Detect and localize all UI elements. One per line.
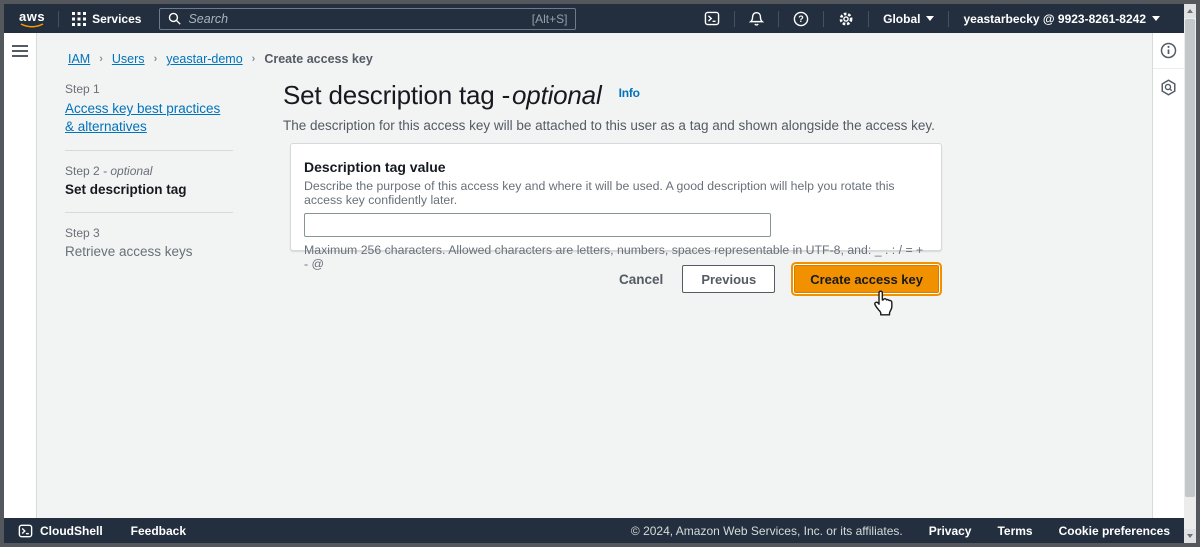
help-button[interactable]: ? [779, 11, 823, 27]
wizard-step-2: Step 2 - optional Set description tag [65, 164, 233, 197]
step-1-label: Step 1 [65, 82, 233, 96]
wizard-actions: Cancel Previous Create access key [290, 265, 942, 293]
grid-icon [72, 12, 86, 26]
breadcrumb-separator: › [154, 53, 158, 65]
cloudshell-nav-button[interactable] [690, 11, 734, 26]
search-placeholder: Search [188, 12, 228, 26]
info-panel-button[interactable] [1153, 33, 1184, 69]
feedback-button[interactable]: Feedback [131, 524, 186, 538]
step-divider [65, 150, 233, 151]
breadcrumb-separator: › [99, 53, 103, 65]
step-3-title: Retrieve access keys [65, 244, 233, 259]
resource-explorer-button[interactable] [1153, 69, 1184, 105]
description-tag-card: Description tag value Describe the purpo… [290, 143, 942, 251]
description-tag-input[interactable] [304, 213, 771, 237]
scrollbar-thumb[interactable] [1185, 19, 1195, 497]
vertical-scrollbar[interactable] [1184, 4, 1196, 543]
cookie-preferences-link[interactable]: Cookie preferences [1059, 524, 1170, 538]
console-footer-bar: CloudShell Feedback © 2024, Amazon Web S… [4, 518, 1196, 543]
step-1-link[interactable]: Access key best practices & alternatives [65, 100, 233, 135]
info-circle-icon [1160, 42, 1177, 59]
scrollbar-down-arrow[interactable] [1184, 529, 1196, 543]
svg-text:?: ? [798, 14, 804, 24]
question-circle-icon: ? [793, 11, 809, 27]
terminal-icon [704, 11, 720, 26]
page-title-optional: optional [512, 80, 601, 110]
terminal-icon [18, 524, 33, 538]
breadcrumb: IAM › Users › yeastar-demo › Create acce… [68, 52, 373, 66]
description-tag-help-text: Describe the purpose of this access key … [304, 179, 927, 207]
page-header: Set description tag -optional Info The d… [283, 80, 943, 133]
browser-viewport: aws Services Search [Alt+S] [4, 4, 1196, 543]
step-2-title: Set description tag [65, 182, 233, 197]
aws-logo[interactable]: aws [19, 10, 45, 28]
privacy-link[interactable]: Privacy [929, 524, 972, 538]
breadcrumb-users[interactable]: Users [112, 52, 145, 66]
breadcrumb-current-page: Create access key [264, 52, 372, 66]
account-label: yeastarbecky @ 9923-8261-8242 [963, 12, 1146, 26]
account-menu[interactable]: yeastarbecky @ 9923-8261-8242 [949, 12, 1174, 26]
terms-link[interactable]: Terms [997, 524, 1032, 538]
aws-logo-text: aws [19, 10, 45, 23]
wizard-steps-nav: Step 1 Access key best practices & alter… [65, 82, 233, 259]
breadcrumb-user-name[interactable]: yeastar-demo [166, 52, 242, 66]
breadcrumb-separator: › [252, 53, 256, 65]
aws-smile-icon [20, 23, 44, 28]
copyright-text: © 2024, Amazon Web Services, Inc. or its… [631, 524, 903, 538]
scrollbar-up-arrow[interactable] [1184, 4, 1196, 18]
description-tag-label: Description tag value [304, 159, 927, 175]
wizard-step-1: Step 1 Access key best practices & alter… [65, 82, 233, 135]
gear-icon [838, 11, 854, 27]
search-shortcut-hint: [Alt+S] [532, 12, 568, 26]
step-3-label: Step 3 [65, 226, 233, 240]
settings-button[interactable] [824, 11, 868, 27]
cloudshell-footer-button[interactable]: CloudShell [18, 524, 103, 538]
breadcrumb-iam[interactable]: IAM [68, 52, 90, 66]
services-menu-button[interactable]: Services [72, 12, 141, 26]
footer-right-group: © 2024, Amazon Web Services, Inc. or its… [631, 524, 1170, 538]
services-label: Services [92, 12, 141, 26]
info-link[interactable]: Info [619, 86, 640, 100]
chevron-down-icon [1152, 16, 1160, 21]
wizard-step-3: Step 3 Retrieve access keys [65, 226, 233, 259]
previous-button[interactable]: Previous [682, 265, 775, 293]
region-selector[interactable]: Global [869, 12, 948, 26]
region-label: Global [883, 12, 920, 26]
hexagon-search-icon [1160, 79, 1177, 96]
cloudshell-label: CloudShell [40, 524, 103, 538]
cancel-button[interactable]: Cancel [619, 272, 663, 287]
search-icon [168, 12, 181, 25]
step-2-label: Step 2 - optional [65, 164, 233, 178]
nav-right-group: ? Global yeastarbecky @ 9923-8261-8242 [690, 11, 1174, 27]
bell-icon [749, 11, 764, 27]
step-divider [65, 212, 233, 213]
notifications-button[interactable] [735, 11, 778, 27]
top-navigation-bar: aws Services Search [Alt+S] [4, 4, 1196, 33]
create-access-key-button[interactable]: Create access key [794, 265, 939, 293]
nav-divider [58, 11, 59, 27]
hamburger-menu-icon[interactable] [12, 45, 36, 57]
chevron-down-icon [926, 16, 934, 21]
collapsed-side-nav [4, 33, 37, 518]
page-subtitle: The description for this access key will… [283, 118, 943, 133]
right-tools-panel [1152, 33, 1184, 518]
page-title: Set description tag -optional Info [283, 80, 943, 111]
global-search-input[interactable]: Search [Alt+S] [159, 8, 576, 30]
